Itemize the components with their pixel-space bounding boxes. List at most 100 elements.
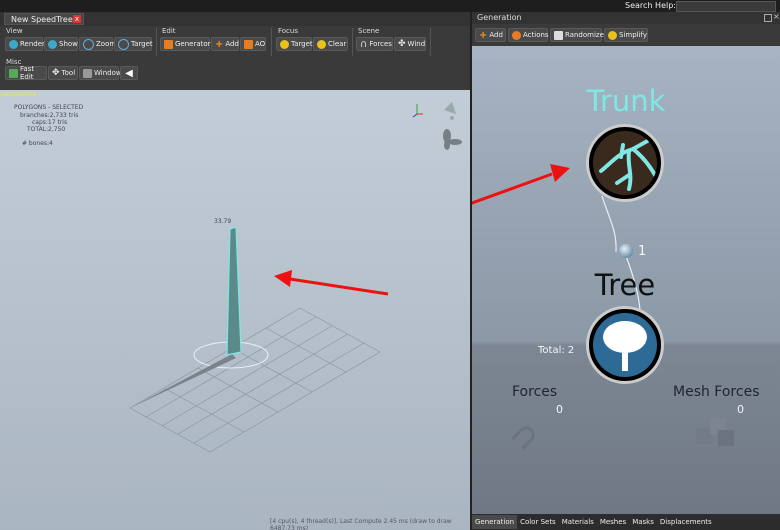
toolbar-separator <box>430 28 431 56</box>
fan-icon: ✤ <box>398 38 406 49</box>
show-icon <box>48 39 57 49</box>
tree-icon <box>593 313 657 377</box>
mesh-forces-node-title: Mesh Forces <box>673 384 760 400</box>
3d-viewport[interactable]: perspective POLYGONS - SELECTED branches… <box>0 90 470 530</box>
viewport-scene: 33.79 <box>129 102 462 453</box>
tab-meshes[interactable]: Meshes <box>597 515 629 529</box>
actions-label: Actions <box>523 31 549 39</box>
randomize-label: Randomize <box>565 31 604 39</box>
gen-add-label: Add <box>489 31 503 39</box>
simplify-button[interactable]: Simplify <box>604 28 648 42</box>
actions-icon <box>512 30 521 40</box>
forces-count: 0 <box>556 403 563 416</box>
group-label-view: View <box>6 27 23 35</box>
status-line: [4 cpu(s), 4 thread(s)], Last Compute 2.… <box>270 518 452 530</box>
float-panel-icon[interactable] <box>764 14 772 22</box>
actions-button[interactable]: Actions <box>508 28 549 42</box>
ao-button[interactable]: AO <box>240 37 266 51</box>
forces-label: Forces <box>369 40 392 48</box>
mesh-forces-count: 0 <box>737 403 744 416</box>
generators-label: Generators <box>175 40 215 48</box>
toolbar-separator <box>156 28 157 56</box>
plus-icon: + <box>215 38 224 50</box>
search-label: Search Help: <box>625 1 676 10</box>
fast-edit-button[interactable]: Fast Edit <box>5 65 47 81</box>
annotation-arrow-left <box>274 270 389 296</box>
window-button[interactable]: Window <box>79 66 122 80</box>
dice-icon <box>554 30 563 40</box>
forces-button[interactable]: ∩ Forces <box>356 37 393 51</box>
wind-label: Wind <box>407 40 426 48</box>
toolbar-separator <box>352 28 353 56</box>
back-button[interactable]: ◀ <box>120 66 138 80</box>
main-toolbar: View Render Show Zoom Target Edit Genera… <box>0 26 470 90</box>
toolbar-separator <box>271 28 272 56</box>
fast-edit-label: Fast Edit <box>20 65 35 81</box>
add-label: Add <box>225 40 239 48</box>
show-button[interactable]: Show <box>44 37 78 51</box>
randomize-button[interactable]: Randomize <box>550 28 604 42</box>
focus-target-label: Target <box>291 40 313 48</box>
trunk-node[interactable] <box>586 124 664 202</box>
fan-icon <box>443 129 462 150</box>
ao-label: AO <box>255 40 266 48</box>
generation-toolbar: + Add Actions Randomize Simplify <box>472 24 780 46</box>
trunk-mesh <box>226 226 242 356</box>
tab-color-sets[interactable]: Color Sets <box>517 515 559 529</box>
wind-button[interactable]: ✤ Wind <box>394 37 426 51</box>
connector-count: 1 <box>638 244 647 259</box>
tab-generation[interactable]: Generation <box>472 515 518 529</box>
fast-edit-icon <box>9 68 18 78</box>
trunk-node-title: Trunk <box>586 84 666 118</box>
connector-node[interactable] <box>619 244 633 258</box>
generators-button[interactable]: Generators <box>160 37 214 51</box>
target-icon <box>280 39 289 49</box>
axis-shadow <box>130 354 236 408</box>
light-icon <box>444 102 456 120</box>
magnet-icon: ∩ <box>360 38 368 50</box>
zoom-button[interactable]: Zoom <box>79 37 116 51</box>
show-label: Show <box>59 40 78 48</box>
focus-target-button[interactable]: Target <box>276 37 313 51</box>
tab-displacements[interactable]: Displacements <box>657 515 715 529</box>
window-label: Window <box>94 69 122 77</box>
tab-masks[interactable]: Masks <box>629 515 657 529</box>
add-button[interactable]: + Add <box>211 37 239 51</box>
clear-button[interactable]: Clear <box>313 37 348 51</box>
render-button[interactable]: Render <box>5 37 45 51</box>
gen-add-button[interactable]: + Add <box>475 28 506 42</box>
zoom-icon <box>83 38 94 50</box>
close-tab-icon[interactable]: x <box>73 15 81 23</box>
search-input[interactable] <box>676 1 776 12</box>
simplify-label: Simplify <box>619 31 648 39</box>
group-label-scene: Scene <box>358 27 380 35</box>
generation-panel-header: Generation <box>472 12 780 24</box>
tree-node[interactable] <box>586 306 664 384</box>
annotation-arrow-right <box>550 164 570 182</box>
axis-gizmo <box>412 104 423 118</box>
clear-label: Clear <box>328 40 347 48</box>
tool-label: Tool <box>61 69 76 77</box>
move-tool-icon: ✥ <box>52 67 60 78</box>
generation-graph[interactable]: Trunk 1 Tree Total: 2 Forces 0 ∩ Mesh Fo… <box>472 46 780 514</box>
trunk-bark-icon <box>593 131 657 195</box>
render-icon <box>9 39 18 49</box>
target-view-button[interactable]: Target <box>114 37 153 51</box>
tab-materials[interactable]: Materials <box>559 515 597 529</box>
forces-node-title: Forces <box>512 384 558 400</box>
window-icon <box>83 68 92 78</box>
close-panel-icon[interactable]: × <box>773 12 780 21</box>
tool-button[interactable]: ✥ Tool <box>48 66 78 80</box>
ground-grid <box>129 307 381 453</box>
render-label: Render <box>20 40 45 48</box>
target-view-label: Target <box>131 40 153 48</box>
clear-icon <box>317 39 326 49</box>
height-label: 33.79 <box>214 218 231 225</box>
arrow-left-icon: ◀ <box>125 67 133 79</box>
ao-icon <box>244 39 253 49</box>
target-view-icon <box>118 38 129 50</box>
plus-icon: + <box>479 29 488 41</box>
document-tab[interactable]: New SpeedTree▾ <box>4 13 84 25</box>
group-label-edit: Edit <box>162 27 176 35</box>
generators-icon <box>164 39 173 49</box>
